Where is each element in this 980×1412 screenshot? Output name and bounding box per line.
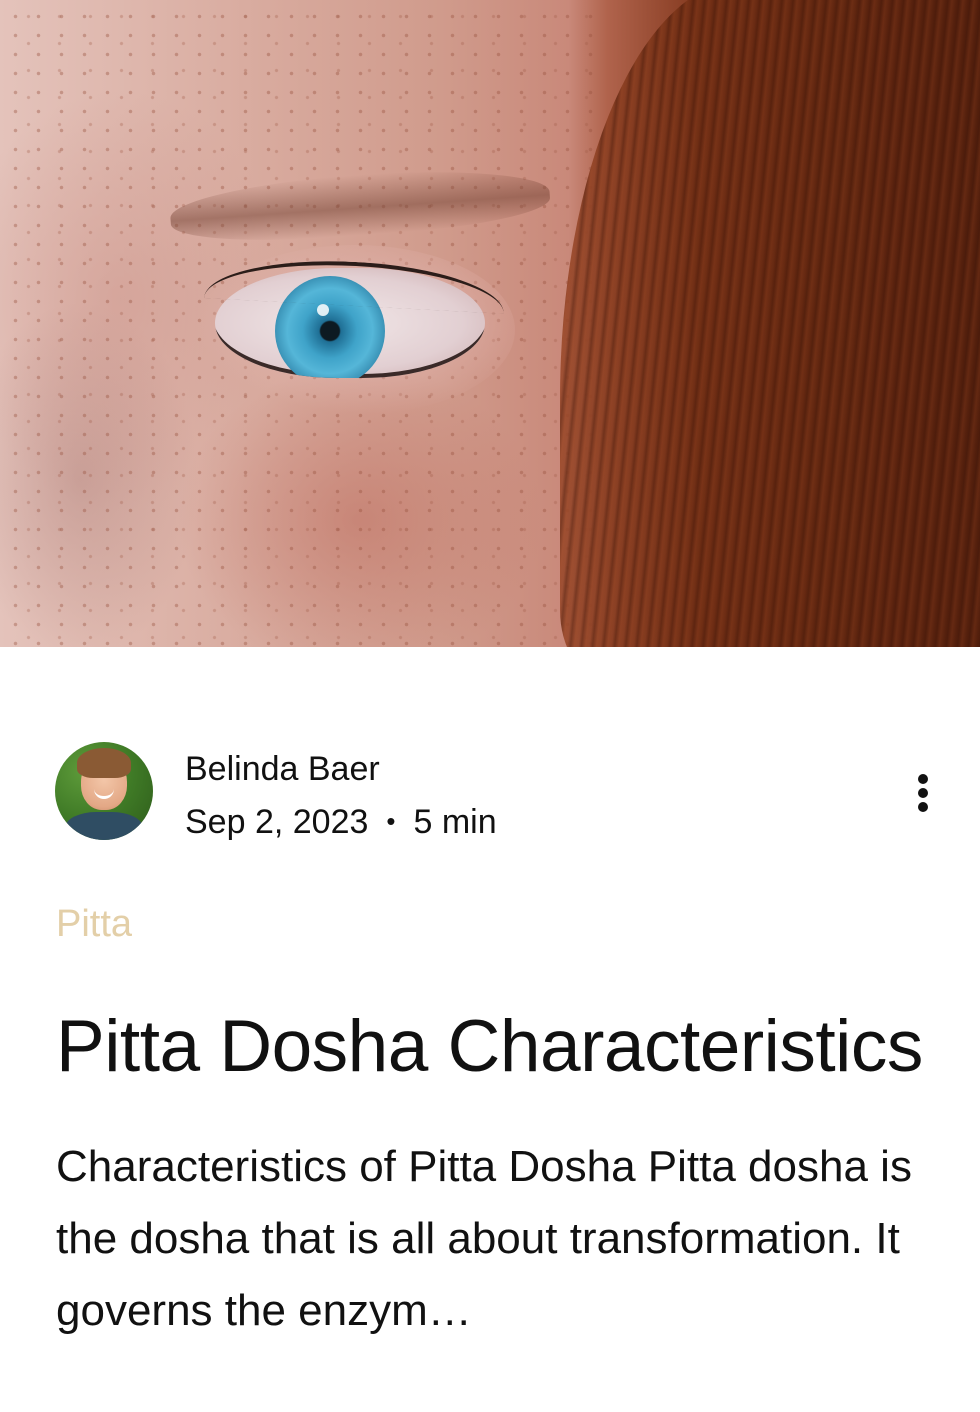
more-dot-icon: [918, 774, 928, 784]
post-cover-image[interactable]: [0, 0, 980, 647]
more-dot-icon: [918, 802, 928, 812]
avatar-hair: [77, 748, 131, 778]
hero-hair: [560, 0, 980, 647]
post-meta: Sep 2, 2023 • 5 min: [185, 800, 497, 843]
blog-post-card: Belinda Baer Sep 2, 2023 • 5 min Pitta Pit…: [0, 0, 980, 1412]
author-row: Belinda Baer Sep 2, 2023 • 5 min: [55, 742, 928, 843]
author-avatar[interactable]: [55, 742, 153, 840]
post-date: Sep 2, 2023: [185, 803, 369, 841]
post-category-link[interactable]: Pitta: [56, 900, 132, 948]
avatar-shirt: [65, 812, 143, 840]
more-dot-icon: [918, 788, 928, 798]
hero-eye-glint: [317, 304, 329, 316]
post-title[interactable]: Pitta Dosha Characteristics: [56, 1004, 936, 1090]
more-actions-button[interactable]: [906, 768, 940, 816]
meta-separator: •: [386, 806, 396, 836]
author-name[interactable]: Belinda Baer: [185, 748, 380, 790]
read-time: 5 min: [413, 803, 497, 841]
post-excerpt[interactable]: Characteristics of Pitta Dosha Pitta dos…: [56, 1131, 926, 1347]
